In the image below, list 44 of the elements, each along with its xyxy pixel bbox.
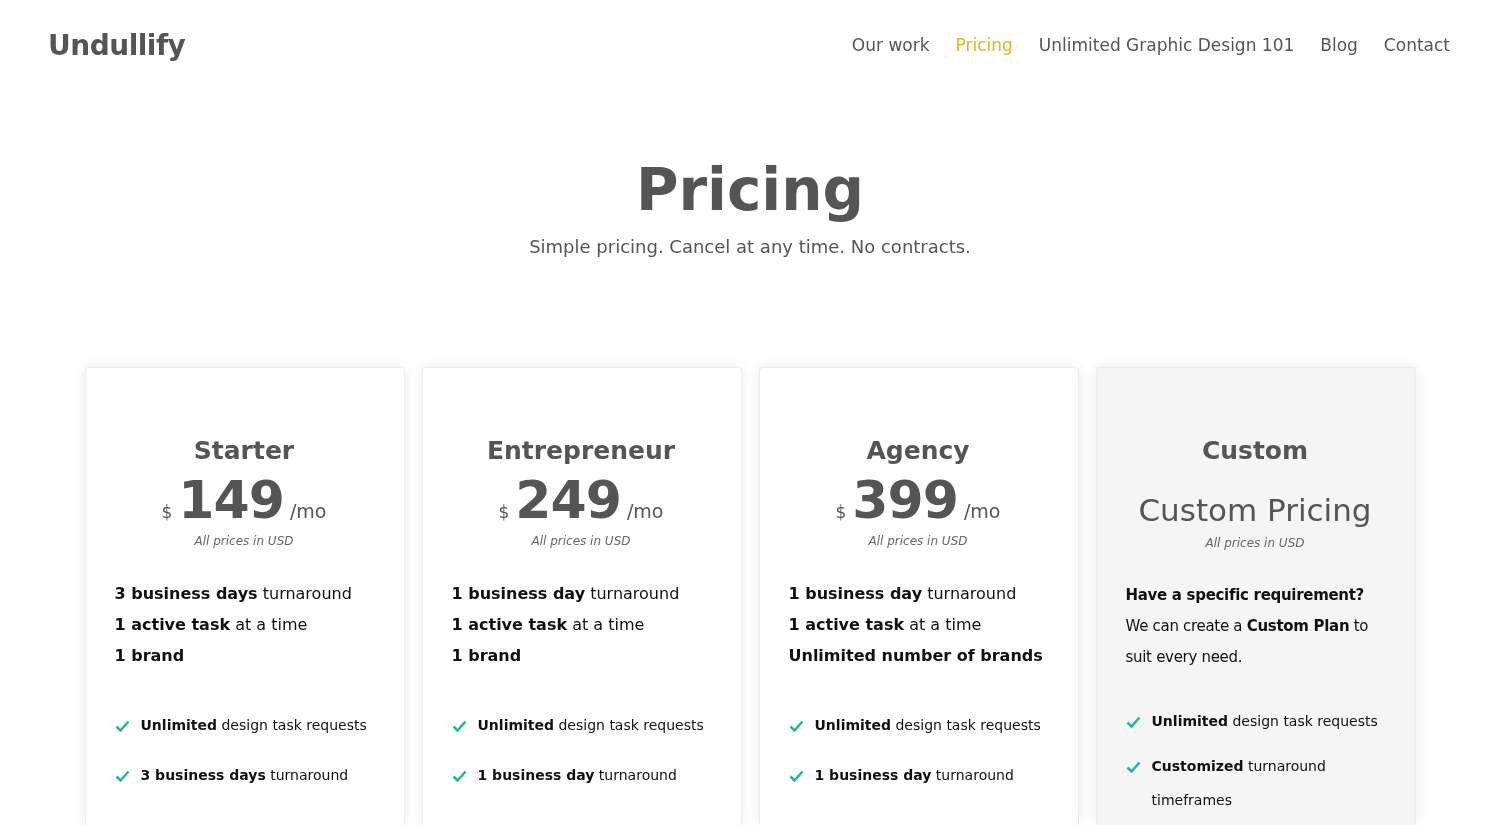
price-label: Custom Pricing [1137,491,1373,530]
currency-symbol: $ [161,502,173,522]
nav-link[interactable]: Our work [851,35,930,55]
feature-text: Unlimited design task requests [140,716,367,735]
plan-name: Entrepreneur [485,435,677,467]
price-note: All prices in USD [867,534,969,548]
price-amount: 249 [515,472,621,528]
nav-link[interactable]: Contact [1383,35,1450,55]
feature-text: 3 business days turnaround [140,766,349,785]
price-amount: 399 [852,472,958,528]
price-period: /mo [289,500,327,522]
feature-text: Unlimited design task requests [477,716,704,735]
price-note: All prices in USD [193,534,295,548]
plan-detail: 1 business day turnaround [451,583,681,605]
plan-name: Custom [1200,435,1310,467]
plan-detail: 1 brand [451,645,523,667]
nav-link[interactable]: Unlimited Graphic Design 101 [1038,35,1295,55]
plan-detail: 1 active task at a time [788,614,983,636]
plan-detail: 3 business days turnaround [114,583,353,605]
feature-text: Unlimited design task requests [1151,712,1378,731]
plan-detail: 1 active task at a time [451,614,646,636]
feature-text: 1 business day turnaround [814,766,1014,785]
page-subtitle: Simple pricing. Cancel at any time. No contracts. [529,236,971,257]
plan-detail: 1 active task at a time [114,614,309,636]
plan-detail: 1 business day turnaround [788,583,1018,605]
feature-text: Customized turnaround timeframes [1151,757,1327,810]
plan-detail: 1 brand [114,645,186,667]
price-period: /mo [626,500,664,522]
plan-detail: Have a specific requirement? [1125,585,1365,606]
logo[interactable]: Undullify [48,28,186,62]
price-period: /mo [963,500,1001,522]
page-title: Pricing [635,155,865,226]
feature-text: 1 business day turnaround [477,766,677,785]
feature-text: Unlimited design task requests [814,716,1041,735]
price-amount: 149 [178,472,284,528]
currency-symbol: $ [498,502,510,522]
price-note: All prices in USD [1204,536,1306,550]
currency-symbol: $ [835,502,847,522]
nav-link[interactable]: Blog [1320,35,1358,55]
plan-detail: Unlimited number of brands [788,645,1044,667]
price-note: All prices in USD [530,534,632,548]
plan-name: Agency [865,435,971,467]
plan-name: Starter [192,435,296,467]
plan-detail: We can create a Custom Plan to suit every need. [1125,616,1370,668]
